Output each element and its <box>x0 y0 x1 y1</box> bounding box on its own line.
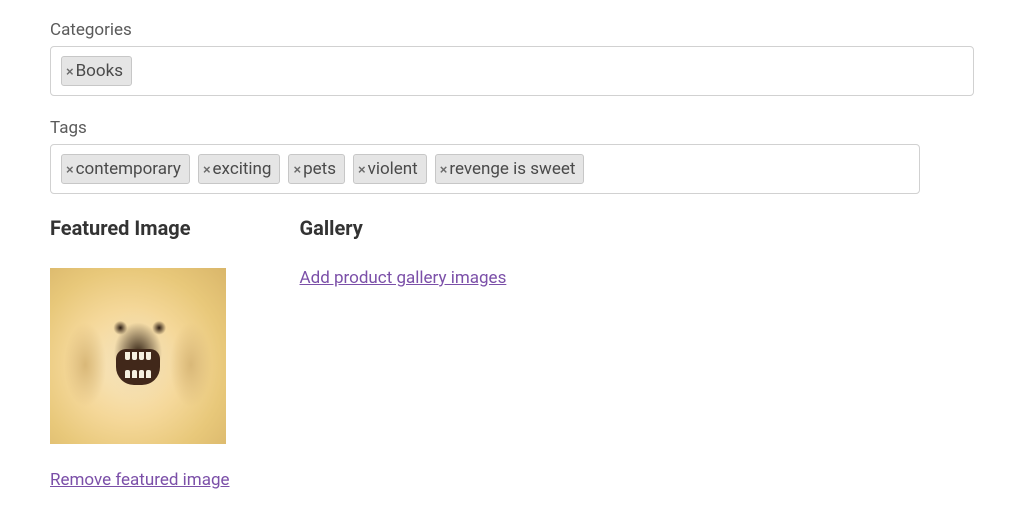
close-icon[interactable]: × <box>203 163 211 176</box>
tag-label: exciting <box>213 158 272 180</box>
tag-label: pets <box>303 158 336 180</box>
tag-chip[interactable]: × violent <box>353 154 427 184</box>
category-tag[interactable]: × Books <box>61 56 132 86</box>
tag-chip[interactable]: × contemporary <box>61 154 190 184</box>
tags-field: Tags × contemporary × exciting × pets × … <box>50 118 974 194</box>
categories-field: Categories × Books <box>50 20 974 96</box>
featured-image-column: Featured Image Remove featured image <box>50 216 230 490</box>
tag-chip[interactable]: × revenge is sweet <box>435 154 585 184</box>
remove-featured-image-link[interactable]: Remove featured image <box>50 470 230 490</box>
add-gallery-images-link[interactable]: Add product gallery images <box>300 268 507 288</box>
image-section: Featured Image Remove featured image Gal… <box>50 216 974 490</box>
featured-image-thumbnail[interactable] <box>50 268 226 444</box>
close-icon[interactable]: × <box>293 163 301 176</box>
close-icon[interactable]: × <box>358 163 366 176</box>
categories-input[interactable]: × Books <box>50 46 974 96</box>
close-icon[interactable]: × <box>66 65 74 78</box>
tag-label: violent <box>368 158 418 180</box>
tag-label: contemporary <box>76 158 181 180</box>
gallery-column: Gallery Add product gallery images <box>300 216 507 490</box>
tags-input[interactable]: × contemporary × exciting × pets × viole… <box>50 144 920 194</box>
categories-label: Categories <box>50 20 974 40</box>
tag-label: Books <box>76 60 123 82</box>
gallery-heading: Gallery <box>300 216 507 240</box>
tag-chip[interactable]: × pets <box>288 154 345 184</box>
close-icon[interactable]: × <box>66 163 74 176</box>
featured-image-heading: Featured Image <box>50 216 230 240</box>
tags-label: Tags <box>50 118 974 138</box>
tag-label: revenge is sweet <box>449 158 575 180</box>
close-icon[interactable]: × <box>440 163 448 176</box>
tag-chip[interactable]: × exciting <box>198 154 281 184</box>
